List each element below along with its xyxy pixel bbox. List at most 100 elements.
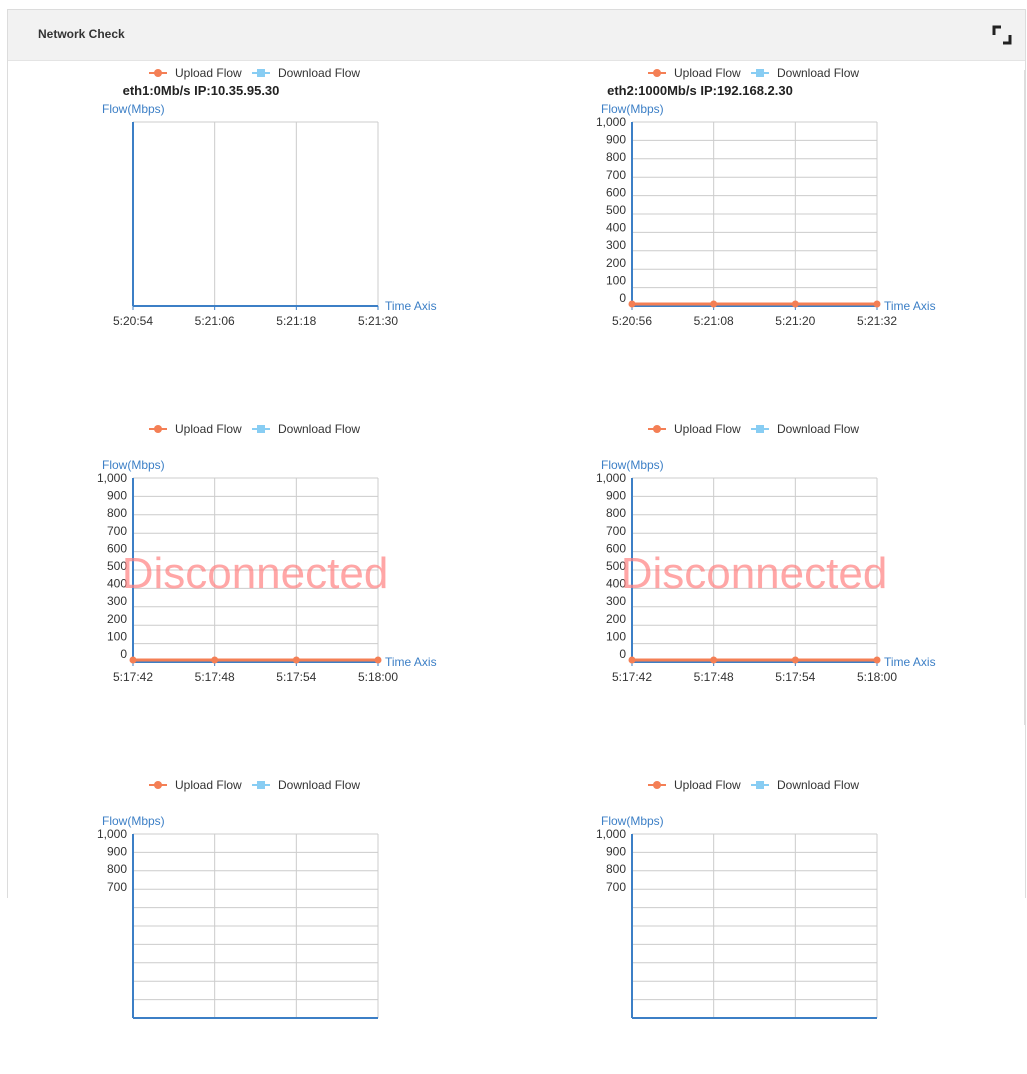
series-upload-point bbox=[628, 656, 636, 664]
legend-upload-marker bbox=[154, 781, 162, 789]
legend-download-label: Download Flow bbox=[777, 66, 859, 80]
chart-legend: Upload Flow Download Flow bbox=[149, 66, 360, 80]
series-upload-point bbox=[710, 656, 718, 664]
series-upload-point bbox=[374, 656, 382, 664]
y-tick-label: 400 bbox=[606, 221, 626, 235]
legend-download-marker bbox=[756, 69, 764, 77]
series-upload-point bbox=[873, 300, 881, 308]
y-tick-label: 700 bbox=[606, 524, 626, 538]
chart-legend: Upload Flow Download Flow bbox=[648, 778, 859, 792]
panel-header: Network Check bbox=[8, 10, 1025, 61]
chart-legend: Upload Flow Download Flow bbox=[149, 422, 360, 436]
series-upload-point bbox=[628, 300, 636, 308]
y-tick-label: 700 bbox=[606, 880, 626, 894]
legend-upload-label: Upload Flow bbox=[674, 778, 741, 792]
chart-svg: Upload Flow Download Flow Flow(Mbps) 0 100 20… bbox=[596, 422, 936, 684]
x-axis-name: Time Axis bbox=[884, 655, 936, 669]
x-tick-label: 5:17:42 bbox=[612, 670, 652, 684]
legend-download-marker bbox=[257, 425, 265, 433]
y-tick-label: 800 bbox=[606, 862, 626, 876]
y-tick-label: 900 bbox=[606, 845, 626, 859]
legend-upload-label: Upload Flow bbox=[674, 422, 741, 436]
y-tick-label: 200 bbox=[606, 256, 626, 270]
legend-upload-label: Upload Flow bbox=[175, 66, 242, 80]
y-tick-label: 200 bbox=[606, 612, 626, 626]
y-tick-label: 800 bbox=[606, 506, 626, 520]
x-tick-label: 5:21:32 bbox=[857, 314, 897, 328]
x-tick-label: 5:21:06 bbox=[195, 314, 235, 328]
y-tick-label: 800 bbox=[107, 862, 127, 876]
x-tick-label: 5:17:48 bbox=[694, 670, 734, 684]
panel-title: Network Check bbox=[38, 27, 125, 41]
chart-svg: Upload Flow Download Flow Flow(Mbps) 700 800… bbox=[596, 778, 878, 1019]
y-axis-name: Flow(Mbps) bbox=[601, 458, 664, 472]
y-tick-label: 100 bbox=[107, 629, 127, 643]
legend-download-marker bbox=[756, 781, 764, 789]
y-tick-label: 300 bbox=[606, 238, 626, 252]
chart-svg: Upload Flow Download Flow Flow(Mbps) 0 100 20… bbox=[97, 422, 437, 684]
x-tick-label: 5:18:00 bbox=[358, 670, 398, 684]
chart-svg: Upload Flow Download Flow eth2:1000Mb/s IP… bbox=[596, 66, 936, 328]
legend-upload-marker bbox=[154, 69, 162, 77]
y-tick-label: 700 bbox=[107, 524, 127, 538]
x-axis-name: Time Axis bbox=[385, 299, 437, 313]
y-axis-name: Flow(Mbps) bbox=[601, 102, 664, 116]
series-upload-point bbox=[710, 300, 718, 308]
y-tick-label: 900 bbox=[107, 489, 127, 503]
series-upload-point bbox=[292, 656, 300, 664]
y-axis-name: Flow(Mbps) bbox=[102, 814, 165, 828]
y-tick-label: 0 bbox=[619, 647, 626, 661]
legend-upload-label: Upload Flow bbox=[175, 422, 242, 436]
chart-grid bbox=[632, 833, 878, 1019]
y-tick-label: 900 bbox=[606, 133, 626, 147]
x-tick-label: 5:21:18 bbox=[276, 314, 316, 328]
x-tick-label: 5:21:08 bbox=[694, 314, 734, 328]
disconnected-label: Disconnected bbox=[122, 549, 389, 598]
y-tick-label: 200 bbox=[107, 612, 127, 626]
series-upload-point bbox=[873, 656, 881, 664]
y-tick-label: 1,000 bbox=[97, 471, 127, 485]
series-upload-point bbox=[211, 656, 219, 664]
legend-download-marker bbox=[257, 69, 265, 77]
y-tick-label: 900 bbox=[107, 845, 127, 859]
y-axis-name: Flow(Mbps) bbox=[601, 814, 664, 828]
x-tick-label: 5:21:30 bbox=[358, 314, 398, 328]
legend-upload-marker bbox=[653, 69, 661, 77]
flow-chart-4: Upload Flow Download Flow Flow(Mbps) 0 100 20… bbox=[594, 418, 1027, 718]
series-upload-point bbox=[791, 300, 799, 308]
y-axis-name: Flow(Mbps) bbox=[102, 102, 165, 116]
chart-legend: Upload Flow Download Flow bbox=[648, 66, 859, 80]
x-tick-label: 5:17:54 bbox=[775, 670, 815, 684]
legend-upload-label: Upload Flow bbox=[674, 66, 741, 80]
legend-download-label: Download Flow bbox=[278, 66, 360, 80]
flow-chart-eth2: Upload Flow Download Flow eth2:1000Mb/s IP… bbox=[594, 62, 1027, 362]
flow-chart-eth1: Upload Flow Download Flow eth1:0Mb/s IP:10… bbox=[95, 62, 535, 362]
chart-title: eth1:0Mb/s IP:10.35.95.30 bbox=[123, 83, 280, 98]
chart-legend: Upload Flow Download Flow bbox=[149, 778, 360, 792]
x-tick-label: 5:18:00 bbox=[857, 670, 897, 684]
x-tick-label: 5:21:20 bbox=[775, 314, 815, 328]
series-upload-point bbox=[129, 656, 137, 664]
y-tick-label: 1,000 bbox=[97, 827, 127, 841]
y-tick-label: 100 bbox=[606, 629, 626, 643]
x-axis-name: Time Axis bbox=[385, 655, 437, 669]
y-axis-name: Flow(Mbps) bbox=[102, 458, 165, 472]
y-tick-label: 500 bbox=[606, 203, 626, 217]
y-tick-label: 600 bbox=[606, 185, 626, 199]
x-tick-label: 5:20:54 bbox=[113, 314, 153, 328]
x-tick-label: 5:20:56 bbox=[612, 314, 652, 328]
disconnected-label: Disconnected bbox=[621, 549, 888, 598]
legend-download-label: Download Flow bbox=[278, 778, 360, 792]
legend-download-label: Download Flow bbox=[777, 422, 859, 436]
flow-chart-6: Upload Flow Download Flow Flow(Mbps) 700 800… bbox=[594, 774, 1027, 1074]
chart-grid bbox=[133, 833, 379, 1019]
expand-corners-icon[interactable] bbox=[991, 24, 1013, 46]
flow-chart-5: Upload Flow Download Flow Flow(Mbps) 700 800… bbox=[95, 774, 535, 1074]
series-upload-point bbox=[791, 656, 799, 664]
x-axis-name: Time Axis bbox=[884, 299, 936, 313]
x-tick-label: 5:17:42 bbox=[113, 670, 153, 684]
legend-download-label: Download Flow bbox=[777, 778, 859, 792]
chart-svg: Upload Flow Download Flow Flow(Mbps) 700 800… bbox=[97, 778, 379, 1019]
y-tick-label: 800 bbox=[107, 506, 127, 520]
y-tick-label: 0 bbox=[619, 291, 626, 305]
